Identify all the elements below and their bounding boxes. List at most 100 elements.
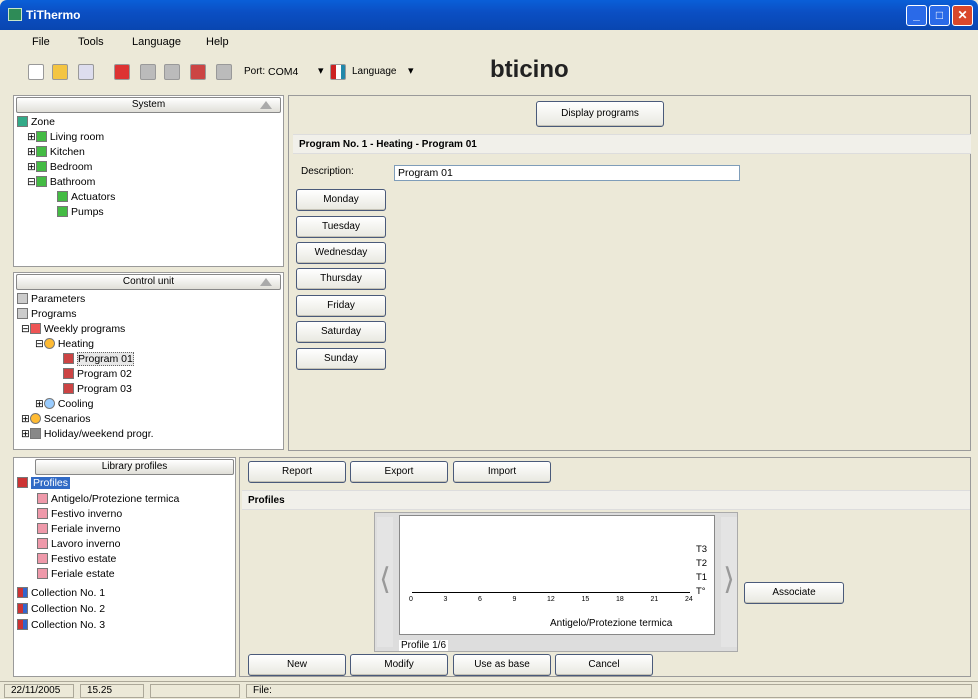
chart-tick-label: 24 [685, 596, 693, 603]
control-unit-header[interactable]: Control unit [16, 274, 281, 290]
tree-item-kitchen[interactable]: ⊞ Kitchen [27, 145, 85, 160]
chart-tick-label: 18 [616, 596, 624, 603]
status-empty [150, 684, 240, 698]
modify-button[interactable]: Modify [350, 654, 448, 676]
level-t2: T2 [696, 558, 708, 569]
export-button[interactable]: Export [350, 461, 448, 483]
tree-item-program-02[interactable]: Program 02 [63, 367, 132, 382]
app-icon [8, 8, 22, 21]
chevron-down-icon[interactable]: ▾ [318, 64, 324, 77]
tree-item-profiles[interactable]: Profiles [17, 476, 71, 491]
tree-item-holiday[interactable]: ⊞ Holiday/weekend progr. [21, 427, 154, 442]
status-file: File: [246, 684, 972, 698]
tree-item-programs[interactable]: Programs [17, 307, 77, 322]
menu-bar: File Tools Language Help [4, 32, 974, 52]
day-button-sunday[interactable]: Sunday [296, 348, 386, 370]
maximize-button[interactable]: □ [929, 5, 950, 26]
profiles-title: Profiles [242, 490, 970, 510]
profile-viewer: ⟨ ⟩ 0 3 6 9 12 15 18 21 24 T3 T2 T1 T° Antigelo/… [374, 512, 738, 652]
brand-logo: bticino [490, 56, 569, 83]
level-t1: T1 [696, 572, 708, 583]
info-icon[interactable] [216, 64, 232, 80]
display-programs-button[interactable]: Display programs [536, 101, 664, 127]
profile-counter: Profile 1/6 [399, 640, 449, 651]
new-file-icon[interactable] [28, 64, 44, 80]
description-input[interactable]: Program 01 [394, 165, 740, 181]
tree-item-bathroom[interactable]: ⊟ Bathroom [27, 175, 95, 190]
menu-file[interactable]: File [32, 36, 50, 48]
report-button[interactable]: Report [248, 461, 346, 483]
day-button-monday[interactable]: Monday [296, 189, 386, 211]
tree-item-cooling[interactable]: ⊞ Cooling [35, 397, 93, 412]
chart-tick-label: 3 [443, 596, 448, 603]
chart-tick-label: 12 [547, 596, 555, 603]
cancel-button[interactable]: Cancel [555, 654, 653, 676]
tree-item-scenarios[interactable]: ⊞ Scenarios [21, 412, 91, 427]
chevron-down-icon[interactable]: ▾ [408, 64, 414, 77]
menu-language[interactable]: Language [132, 36, 181, 48]
day-button-tuesday[interactable]: Tuesday [296, 216, 386, 238]
collection-item[interactable]: Collection No. 2 [17, 602, 105, 617]
profile-item[interactable]: Festivo estate [37, 552, 116, 567]
next-profile-button[interactable]: ⟩ [721, 517, 737, 647]
system-header[interactable]: System [16, 97, 281, 113]
menu-tools[interactable]: Tools [78, 36, 104, 48]
open-folder-icon[interactable] [52, 64, 68, 80]
level-t0: T° [696, 586, 706, 597]
profile-item[interactable]: Feriale estate [37, 567, 115, 582]
tree-item-living-room[interactable]: ⊞ Living room [27, 130, 104, 145]
flag-icon [330, 64, 346, 80]
port-label: Port: [244, 66, 266, 77]
delete-icon[interactable] [114, 64, 130, 80]
profile-item[interactable]: Feriale inverno [37, 522, 120, 537]
day-button-friday[interactable]: Friday [296, 295, 386, 317]
profile-item[interactable]: Antigelo/Protezione termica [37, 492, 179, 507]
tree-item-program-03[interactable]: Program 03 [63, 382, 132, 397]
profiles-area: Report Export Import Profiles ⟨ ⟩ 0 3 6 9 12… [239, 457, 971, 677]
profile-name: Antigelo/Protezione termica [550, 618, 673, 629]
control-unit-panel: Control unit Parameters Programs ⊟ Weekly… [13, 272, 284, 450]
tree-item-pumps[interactable]: Pumps [57, 205, 104, 220]
day-button-thursday[interactable]: Thursday [296, 268, 386, 290]
library-header[interactable]: Library profiles [35, 459, 234, 475]
prev-profile-button[interactable]: ⟨ [377, 517, 393, 647]
day-button-wednesday[interactable]: Wednesday [296, 242, 386, 264]
status-time: 15.25 [80, 684, 144, 698]
port-select[interactable]: COM4 [268, 66, 298, 78]
language-select[interactable]: Language [352, 66, 397, 77]
chart-tick-label: 15 [581, 596, 590, 603]
minimize-button[interactable]: _ [906, 5, 927, 26]
use-as-base-button[interactable]: Use as base [453, 654, 551, 676]
chart-tick-label: 21 [650, 596, 659, 603]
system-panel: System Zone ⊞ Living room ⊞ Kitchen ⊞ Bedro… [13, 95, 284, 267]
save-icon[interactable] [78, 64, 94, 80]
tree-item-parameters[interactable]: Parameters [17, 292, 85, 307]
profile-item[interactable]: Lavoro inverno [37, 537, 120, 552]
status-bar: 22/11/2005 15.25 File: [0, 681, 978, 699]
erase-icon[interactable] [190, 64, 206, 80]
day-button-saturday[interactable]: Saturday [296, 321, 386, 343]
chart-tick-label: 9 [512, 596, 517, 603]
associate-button[interactable]: Associate [744, 582, 844, 604]
profile-item[interactable]: Festivo inverno [37, 507, 122, 522]
level-t3: T3 [696, 544, 708, 555]
send-icon[interactable] [140, 64, 156, 80]
tree-item-zone[interactable]: Zone [17, 115, 55, 130]
collection-item[interactable]: Collection No. 1 [17, 586, 105, 601]
toolbar: Port: COM4 ▾ Language ▾ bticino [4, 54, 974, 88]
new-button[interactable]: New [248, 654, 346, 676]
library-panel: Library profiles Profiles Antigelo/Prote… [13, 457, 236, 677]
receive-icon[interactable] [164, 64, 180, 80]
tree-item-program-01[interactable]: Program 01 [63, 352, 134, 367]
tree-item-actuators[interactable]: Actuators [57, 190, 115, 205]
close-button[interactable]: ✕ [952, 5, 973, 26]
collection-item[interactable]: Collection No. 3 [17, 618, 105, 633]
tree-item-bedroom[interactable]: ⊞ Bedroom [27, 160, 92, 175]
import-button[interactable]: Import [453, 461, 551, 483]
program-area: Display programs Program No. 1 - Heating… [288, 95, 971, 451]
tree-item-heating[interactable]: ⊟ Heating [35, 337, 94, 352]
menu-help[interactable]: Help [206, 36, 229, 48]
program-title: Program No. 1 - Heating - Program 01 [293, 134, 971, 154]
description-label: Description: [301, 166, 354, 177]
tree-item-weekly-programs[interactable]: ⊟ Weekly programs [21, 322, 125, 337]
